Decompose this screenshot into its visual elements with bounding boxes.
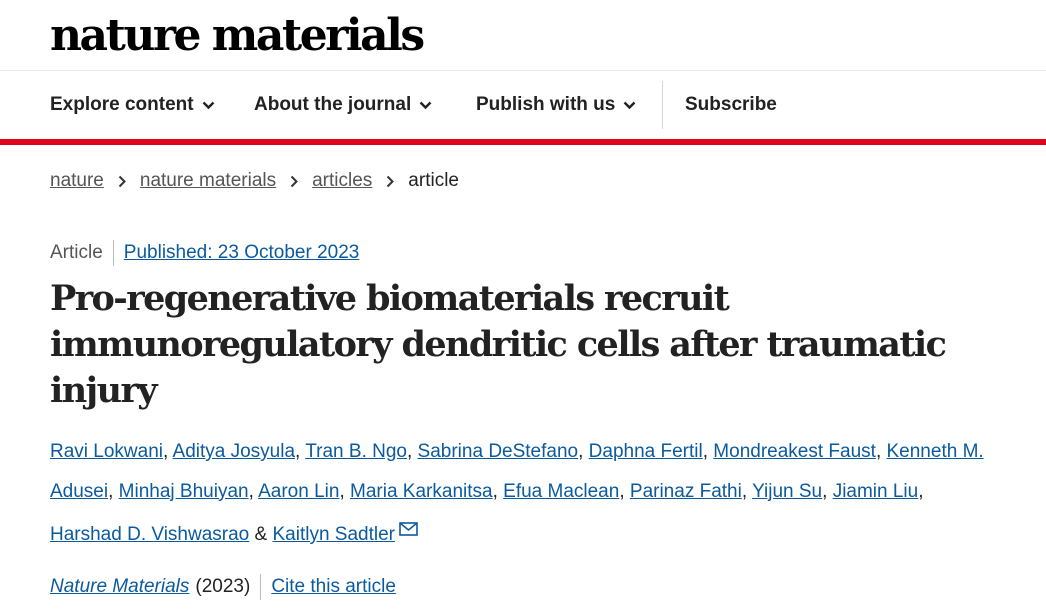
nav-publish-with-us[interactable]: Publish with us [476, 71, 636, 139]
author-link[interactable]: Ravi Lokwani [50, 441, 163, 462]
chevron-right-icon [386, 175, 395, 188]
author-joiner: & [254, 524, 268, 545]
author-link[interactable]: Jiamin Liu [833, 481, 919, 502]
author-link[interactable]: Efua Maclean [503, 481, 619, 502]
nav-label: About the journal [254, 94, 412, 115]
nav-divider [662, 81, 663, 129]
article-type: Article [50, 242, 103, 263]
chevron-right-icon [118, 175, 126, 188]
nav-label: Publish with us [476, 94, 616, 115]
article-meta: Article Published: 23 October 2023 [50, 240, 359, 266]
author-link[interactable]: Tran B. Ngo [305, 441, 407, 462]
nav-subscribe[interactable]: Subscribe [685, 71, 777, 139]
author-link[interactable]: Aditya Josyula [173, 441, 296, 462]
mail-icon[interactable] [399, 511, 418, 551]
author-list: Ravi Lokwani, Aditya Josyula, Tran B. Ng… [50, 432, 985, 555]
breadcrumb-current: article [408, 170, 459, 191]
chevron-down-icon [623, 101, 636, 110]
author-link[interactable]: Sabrina DeStefano [418, 441, 579, 462]
author-link[interactable]: Minhaj Bhuiyan [119, 481, 249, 502]
chevron-down-icon [419, 101, 432, 110]
breadcrumb-nature[interactable]: nature [50, 170, 104, 192]
breadcrumb-nature-materials[interactable]: nature materials [140, 170, 276, 192]
author-link[interactable]: Aaron Lin [258, 481, 339, 502]
breadcrumb-articles[interactable]: articles [312, 170, 372, 192]
breadcrumb: nature nature materials articles article [50, 170, 459, 192]
citation: Nature Materials (2023) Cite this articl… [50, 574, 396, 600]
nav-label: Explore content [50, 94, 194, 115]
journal-link[interactable]: Nature Materials [50, 576, 189, 598]
chevron-right-icon [290, 175, 299, 188]
article-title: Pro-regenerative biomaterials recruit im… [50, 278, 947, 411]
citation-divider [260, 574, 262, 600]
meta-divider [112, 240, 114, 266]
masthead: nature materials [0, 0, 1046, 71]
author-link[interactable]: Daphna Fertil [589, 441, 703, 462]
published-date-link[interactable]: Published: 23 October 2023 [124, 242, 360, 264]
author-link[interactable]: Kaitlyn Sadtler [273, 524, 396, 545]
publication-year: (2023) [195, 576, 251, 597]
main-nav: Explore content About the journal Publis… [0, 71, 1046, 145]
author-link[interactable]: Harshad D. Vishwasrao [50, 524, 249, 545]
author-link[interactable]: Mondreakest Faust [713, 441, 876, 462]
author-link[interactable]: Parinaz Fathi [630, 481, 742, 502]
nav-about-journal[interactable]: About the journal [254, 71, 432, 139]
cite-this-article-link[interactable]: Cite this article [271, 576, 396, 598]
journal-logo[interactable]: nature materials [50, 6, 425, 66]
nav-explore-content[interactable]: Explore content [50, 71, 215, 139]
author-link[interactable]: Maria Karkanitsa [350, 481, 493, 502]
chevron-down-icon [202, 101, 215, 110]
author-link[interactable]: Yijun Su [752, 481, 822, 502]
